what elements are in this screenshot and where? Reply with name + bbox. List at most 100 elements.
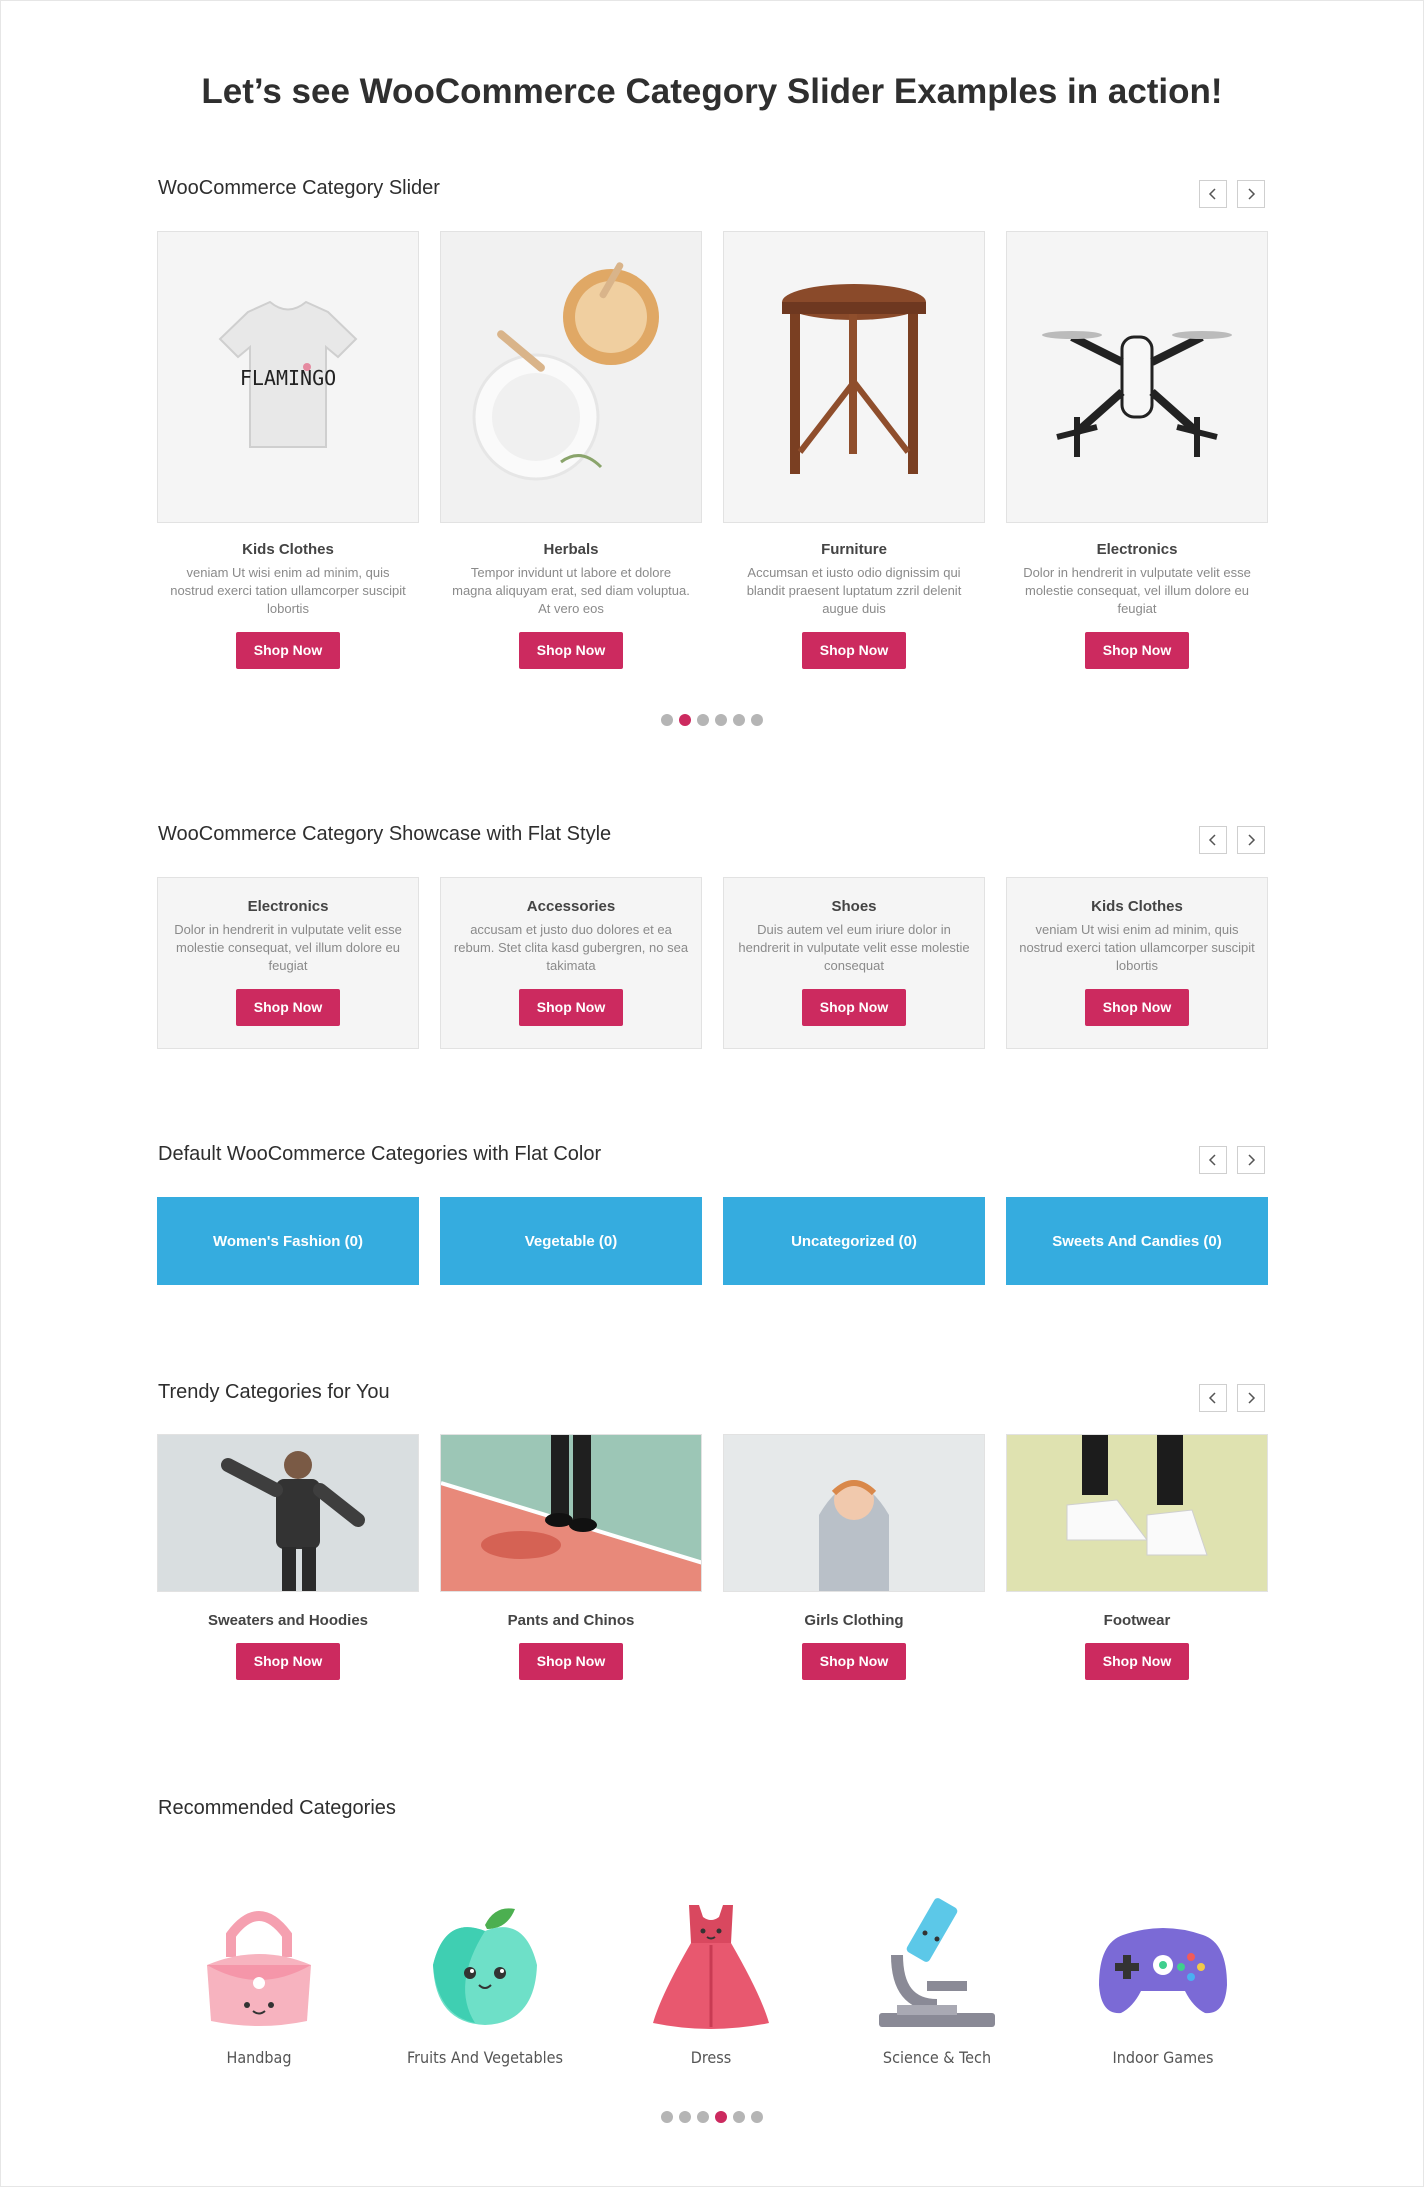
recommended-item-dress[interactable]: Dress — [611, 1895, 811, 2067]
shop-now-button[interactable]: Shop Now — [802, 1643, 906, 1680]
default-cats-prev-button[interactable] — [1199, 1146, 1227, 1174]
card-name: Pants and Chinos — [507, 1612, 635, 1629]
card-description: veniam Ut wisi enim ad minim, quis nostr… — [170, 565, 406, 616]
trendy-section-title: Trendy Categories for You — [158, 1381, 390, 1403]
trendy-card: Pants and Chinos Shop Now — [440, 1434, 702, 1680]
slider-pagination — [0, 714, 1424, 726]
recommended-item-games[interactable]: Indoor Games — [1063, 1895, 1263, 2067]
dress-icon — [653, 1905, 769, 2029]
card-name: Accessories — [526, 898, 616, 915]
card-name: Girls Clothing — [804, 1612, 904, 1629]
card-description: Dolor in hendrerit in vulputate velit es… — [174, 922, 402, 973]
card-name: Kids Clothes — [1091, 898, 1183, 915]
apple-icon — [433, 1908, 537, 2025]
showcase-card: Kids Clothes veniam Ut wisi enim ad mini… — [1006, 877, 1268, 1049]
recommended-item-handbag[interactable]: Handbag — [159, 1895, 359, 2067]
recommended-items: Handbag Fruits And Vegetables Dress Scie… — [0, 1895, 1424, 2075]
slider-card: Electronics Dolor in hendrerit in vulput… — [1006, 231, 1268, 669]
shop-now-button[interactable]: Shop Now — [802, 632, 906, 669]
card-description: Accumsan et iusto odio dignissim qui bla… — [746, 565, 962, 616]
pagination-dot[interactable] — [697, 2111, 709, 2123]
trendy-prev-button[interactable] — [1199, 1384, 1227, 1412]
recommended-section-title: Recommended Categories — [158, 1797, 396, 1819]
card-name: Electronics — [247, 898, 329, 915]
shop-now-button[interactable]: Shop Now — [519, 1643, 623, 1680]
shop-now-button[interactable]: Shop Now — [1085, 989, 1189, 1026]
drone-image[interactable] — [1006, 231, 1268, 523]
recommended-item-fruits[interactable]: Fruits And Vegetables — [385, 1895, 585, 2067]
recommended-label: Handbag — [226, 2048, 292, 2067]
category-tile[interactable]: Uncategorized (0) — [723, 1197, 985, 1285]
handbag-icon — [207, 1911, 311, 2026]
default-cats-section-title: Default WooCommerce Categories with Flat… — [158, 1143, 602, 1165]
recommended-item-science[interactable]: Science & Tech — [837, 1895, 1037, 2067]
shop-now-button[interactable]: Shop Now — [236, 1643, 340, 1680]
default-cats-next-button[interactable] — [1237, 1146, 1265, 1174]
tshirt-image[interactable]: FLAMINGO — [157, 231, 419, 523]
shop-now-button[interactable]: Shop Now — [802, 989, 906, 1026]
shop-now-button[interactable]: Shop Now — [1085, 1643, 1189, 1680]
chevron-left-icon — [1208, 1392, 1216, 1404]
slider-next-button[interactable] — [1237, 180, 1265, 208]
pagination-dot[interactable] — [661, 2111, 673, 2123]
recommended-label: Science & Tech — [882, 2048, 992, 2067]
card-name: Sweaters and Hoodies — [207, 1612, 369, 1629]
pagination-dot[interactable] — [679, 714, 691, 726]
stool-image[interactable] — [723, 231, 985, 523]
showcase-card: Shoes Duis autem vel eum iriure dolor in… — [723, 877, 985, 1049]
recommended-label: Dress — [690, 2048, 732, 2067]
slider-card: Herbals Tempor invidunt ut labore et dol… — [440, 231, 702, 669]
showcase-card: Electronics Dolor in hendrerit in vulput… — [157, 877, 419, 1049]
trendy-next-button[interactable] — [1237, 1384, 1265, 1412]
showcase-section-title: WooCommerce Category Showcase with Flat … — [158, 823, 612, 845]
recommended-label: Indoor Games — [1112, 2048, 1214, 2067]
page-title: Let’s see WooCommerce Category Slider Ex… — [201, 72, 1223, 111]
card-description: accusam et justo duo dolores et ea rebum… — [453, 922, 689, 973]
chevron-left-icon — [1208, 1154, 1216, 1166]
footwear-image[interactable] — [1006, 1434, 1268, 1592]
card-name: Footwear — [1103, 1612, 1171, 1629]
showcase-next-button[interactable] — [1237, 826, 1265, 854]
pagination-dot[interactable] — [751, 2111, 763, 2123]
gamepad-icon — [1099, 1928, 1227, 2014]
shop-now-button[interactable]: Shop Now — [519, 632, 623, 669]
category-tile[interactable]: Vegetable (0) — [440, 1197, 702, 1285]
girls-clothing-image[interactable] — [723, 1434, 985, 1592]
chevron-left-icon — [1208, 188, 1216, 200]
chevron-right-icon — [1248, 1154, 1256, 1166]
category-tile[interactable]: Women's Fashion (0) — [157, 1197, 419, 1285]
pagination-dot[interactable] — [751, 714, 763, 726]
shop-now-button[interactable]: Shop Now — [1085, 632, 1189, 669]
chevron-right-icon — [1248, 834, 1256, 846]
pagination-dot[interactable] — [715, 714, 727, 726]
pagination-dot[interactable] — [733, 714, 745, 726]
pagination-dot[interactable] — [697, 714, 709, 726]
category-tile[interactable]: Sweets And Candies (0) — [1006, 1197, 1268, 1285]
pagination-dot[interactable] — [733, 2111, 745, 2123]
sweaters-image[interactable] — [157, 1434, 419, 1592]
pagination-dot[interactable] — [679, 2111, 691, 2123]
recommended-label: Fruits And Vegetables — [407, 2048, 563, 2067]
showcase-prev-button[interactable] — [1199, 826, 1227, 854]
showcase-card: Accessories accusam et justo duo dolores… — [440, 877, 702, 1049]
shop-now-button[interactable]: Shop Now — [236, 632, 340, 669]
card-name: Herbals — [543, 541, 599, 558]
card-name: Shoes — [831, 898, 877, 915]
pagination-dot[interactable] — [661, 714, 673, 726]
recommended-pagination — [0, 2111, 1424, 2123]
slider-prev-button[interactable] — [1199, 180, 1227, 208]
chevron-right-icon — [1248, 1392, 1256, 1404]
card-name: Furniture — [821, 541, 887, 558]
pants-image[interactable] — [440, 1434, 702, 1592]
microscope-icon — [879, 1898, 995, 2027]
pagination-dot[interactable] — [715, 2111, 727, 2123]
trendy-card: Girls Clothing Shop Now — [723, 1434, 985, 1680]
shop-now-button[interactable]: Shop Now — [519, 989, 623, 1026]
chevron-left-icon — [1208, 834, 1216, 846]
card-description: veniam Ut wisi enim ad minim, quis nostr… — [1019, 922, 1255, 973]
shop-now-button[interactable]: Shop Now — [236, 989, 340, 1026]
herbals-image[interactable] — [440, 231, 702, 523]
svg-text:FLAMINGO: FLAMINGO — [240, 366, 336, 390]
trendy-card: Footwear Shop Now — [1006, 1434, 1268, 1680]
card-description: Duis autem vel eum iriure dolor in hendr… — [738, 922, 970, 973]
